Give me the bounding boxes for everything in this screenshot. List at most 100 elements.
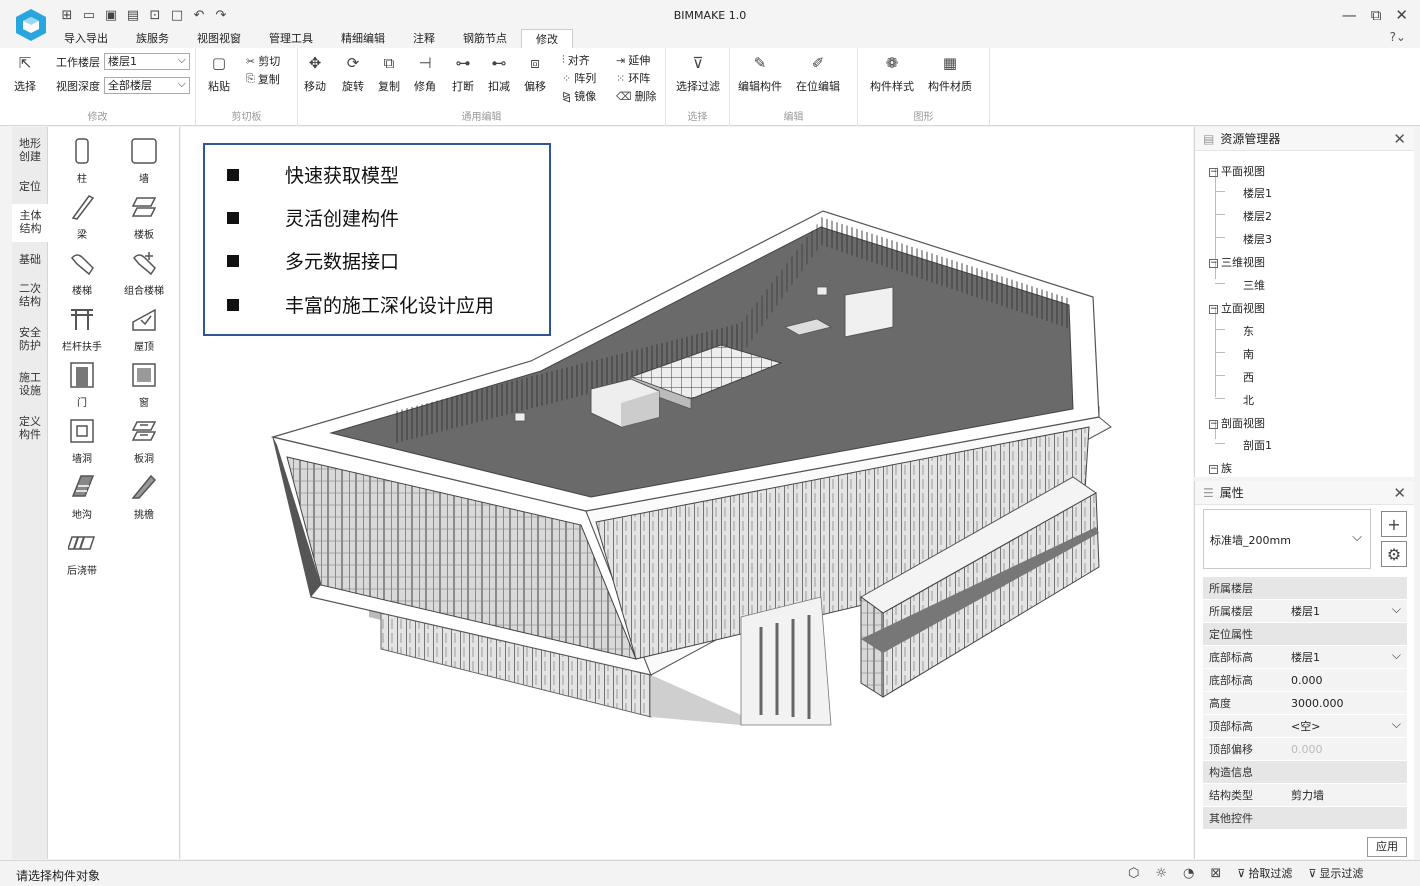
tree-3d-views[interactable]: − 三维视图	[1209, 254, 1265, 270]
mirror-button[interactable]: ⧎ 镜像	[562, 88, 596, 104]
palette-slab[interactable]: 楼板	[114, 193, 174, 241]
trim-button[interactable]: ⊣ 修角	[414, 52, 436, 94]
palette-beam[interactable]: 梁	[52, 193, 112, 241]
cut-button[interactable]: ✂ 剪切	[246, 53, 280, 69]
tab-safety[interactable]: 安全 防护	[12, 326, 48, 352]
tree-floor2[interactable]: 楼层2	[1243, 208, 1272, 224]
window-icon[interactable]: □	[168, 6, 186, 24]
break-button[interactable]: ⊶ 打断	[452, 52, 474, 94]
property-value[interactable]: <空>	[1291, 715, 1320, 738]
array-button[interactable]: ⁘ 阵列	[562, 70, 596, 86]
help-icon[interactable]: ?⌄	[1390, 30, 1406, 44]
move-button[interactable]: ✥ 移动	[304, 52, 326, 94]
property-row[interactable]: 高度 3000.000	[1203, 692, 1407, 715]
type-selector[interactable]: 标准墙_200mm	[1203, 509, 1371, 569]
property-value[interactable]: 0.000	[1291, 738, 1323, 761]
tree-east[interactable]: 东	[1243, 323, 1254, 339]
close-icon[interactable]: ✕	[1395, 6, 1408, 24]
close-icon[interactable]: ✕	[1393, 130, 1406, 148]
add-type-button[interactable]: +	[1381, 511, 1407, 537]
property-row[interactable]: 结构类型 剪力墙	[1203, 784, 1407, 807]
property-value[interactable]: 楼层1	[1291, 600, 1320, 623]
undo-icon[interactable]: ↶	[190, 6, 208, 24]
tree-south[interactable]: 南	[1243, 346, 1254, 362]
property-row[interactable]: 底部标高 0.000	[1203, 669, 1407, 692]
component-material-button[interactable]: ▦ 构件材质	[928, 52, 972, 94]
open-icon[interactable]: ▭	[80, 6, 98, 24]
collapse-icon[interactable]: −	[1209, 167, 1218, 177]
tree-family[interactable]: − 族	[1209, 460, 1232, 476]
palette-eave[interactable]: 挑檐	[114, 473, 174, 521]
tab-construction[interactable]: 施工 设施	[12, 371, 48, 397]
property-value[interactable]: 3000.000	[1291, 692, 1344, 715]
view-depth-select[interactable]: 全部楼层	[104, 76, 190, 94]
offset-button[interactable]: ⧈ 偏移	[524, 52, 546, 94]
palette-post-pour-strip[interactable]: 后浇带	[52, 529, 112, 577]
palette-roof[interactable]: 屋顶	[114, 305, 174, 353]
tree-section1[interactable]: 剖面1	[1243, 437, 1272, 453]
palette-stairs[interactable]: 楼梯	[52, 249, 112, 297]
minimize-icon[interactable]: —	[1342, 6, 1357, 24]
tree-elevation-views[interactable]: − 立面视图	[1209, 300, 1265, 316]
align-button[interactable]: ⫶ 对齐	[562, 52, 590, 68]
deduct-button[interactable]: ⊷ 扣减	[488, 52, 510, 94]
cube-view-icon[interactable]: ⬡	[1128, 866, 1139, 881]
palette-window[interactable]: 窗	[114, 361, 174, 409]
menu-family-service[interactable]: 族服务	[122, 29, 183, 48]
tree-floor1[interactable]: 楼层1	[1243, 185, 1272, 201]
palette-column[interactable]: 柱	[52, 137, 112, 185]
section-box-icon[interactable]: ⊠	[1210, 866, 1221, 881]
close-icon[interactable]: ✕	[1393, 484, 1406, 502]
collapse-icon[interactable]: −	[1209, 419, 1218, 429]
tree-west[interactable]: 西	[1243, 369, 1254, 385]
save-icon[interactable]: ▣	[102, 6, 120, 24]
redo-icon[interactable]: ↷	[212, 6, 230, 24]
collapse-icon[interactable]: −	[1209, 304, 1218, 314]
chevron-down-icon[interactable]: ⌵	[1392, 644, 1401, 667]
palette-slab-opening[interactable]: 板洞	[114, 417, 174, 465]
tab-foundation[interactable]: 基础	[12, 253, 48, 266]
duplicate-button[interactable]: ⧉ 复制	[378, 52, 400, 94]
in-place-edit-button[interactable]: ✐ 在位编辑	[796, 52, 840, 94]
save-as-icon[interactable]: ▤	[124, 6, 142, 24]
palette-combo-stairs[interactable]: 组合楼梯	[114, 249, 174, 297]
tab-main-structure[interactable]: 主体 结构	[12, 204, 49, 242]
edit-component-button[interactable]: ✎ 编辑构件	[738, 52, 782, 94]
tab-custom-component[interactable]: 定义 构件	[12, 415, 48, 441]
property-row[interactable]: 底部标高 楼层1 ⌵	[1203, 646, 1407, 669]
paste-button[interactable]: ▢ 粘贴	[208, 52, 230, 94]
extend-button[interactable]: ⇥ 延伸	[616, 52, 650, 68]
menu-rebar-node[interactable]: 钢筋节点	[449, 29, 521, 48]
property-row[interactable]: 所属楼层 楼层1 ⌵	[1203, 600, 1407, 623]
shadow-icon[interactable]: ◔	[1183, 866, 1194, 881]
chevron-down-icon[interactable]: ⌵	[1392, 713, 1401, 736]
tree-section-views[interactable]: − 剖面视图	[1209, 415, 1265, 431]
model-viewport[interactable]: 快速获取模型 灵活创建构件 多元数据接口 丰富的施工深化设计应用	[181, 127, 1193, 859]
work-floor-select[interactable]: 楼层1	[104, 52, 190, 70]
tree-3d-item[interactable]: 三维	[1243, 277, 1265, 293]
palette-trench[interactable]: 地沟	[52, 473, 112, 521]
select-filter-button[interactable]: ⊽ 选择过滤	[676, 52, 720, 94]
apply-button[interactable]: 应用	[1367, 837, 1407, 857]
menu-view-window[interactable]: 视图视窗	[183, 29, 255, 48]
collapse-icon[interactable]: −	[1209, 464, 1218, 474]
delete-button[interactable]: ⌫ 删除	[616, 88, 657, 104]
property-value[interactable]: 0.000	[1291, 669, 1323, 692]
new-icon[interactable]: ⊞	[58, 6, 76, 24]
menu-import-export[interactable]: 导入导出	[50, 29, 122, 48]
tab-secondary-structure[interactable]: 二次 结构	[12, 282, 48, 308]
tab-terrain[interactable]: 地形 创建	[12, 137, 48, 163]
palette-wall-opening[interactable]: 墙洞	[52, 417, 112, 465]
tab-positioning[interactable]: 定位	[12, 180, 48, 193]
close-doc-icon[interactable]: ⊡	[146, 6, 164, 24]
palette-railing[interactable]: 栏杆扶手	[52, 305, 112, 353]
component-style-button[interactable]: ❁ 构件样式	[870, 52, 914, 94]
pick-filter-button[interactable]: ⊽ 拾取过滤	[1237, 865, 1292, 881]
tree-floor3[interactable]: 楼层3	[1243, 231, 1272, 247]
property-value[interactable]: 剪力墙	[1291, 784, 1324, 807]
copy-button[interactable]: ⎘ 复制	[246, 71, 280, 87]
chevron-down-icon[interactable]: ⌵	[1392, 598, 1401, 621]
type-settings-button[interactable]: ⚙	[1381, 541, 1407, 567]
palette-wall[interactable]: 墙	[114, 137, 174, 185]
property-row[interactable]: 顶部偏移 0.000	[1203, 738, 1407, 761]
